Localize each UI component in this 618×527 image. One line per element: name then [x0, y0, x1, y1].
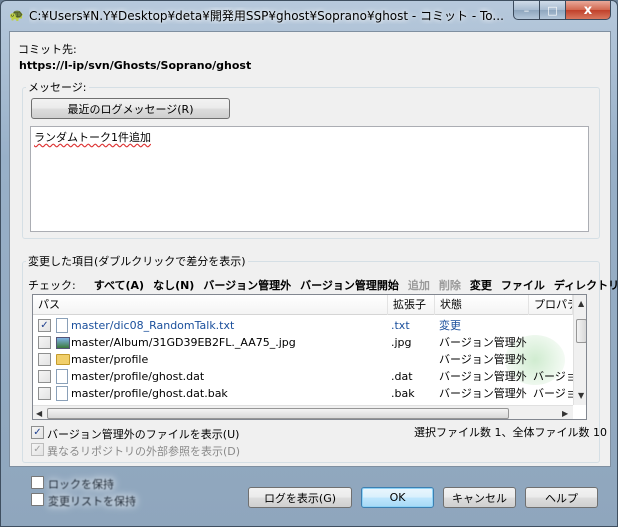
changed-files-list[interactable]: パス 拡張子 状態 プロパティ ✓ master/dic08_RandomTal… [32, 294, 587, 420]
cancel-button[interactable]: キャンセル [443, 487, 516, 508]
text-file-icon [56, 318, 68, 333]
scroll-down-icon[interactable]: ▼ [578, 391, 584, 400]
row-checkbox[interactable]: ✓ [38, 319, 51, 332]
table-row[interactable]: master/Album/31GD39EB2FL._AA75_.jpg .jpg… [33, 334, 573, 351]
row-status: バージョン管理外 [439, 387, 527, 400]
ok-button[interactable]: OK [361, 487, 434, 508]
message-group-label: メッセージ: [26, 79, 89, 95]
row-properties: バージョ [533, 370, 573, 383]
cancel-button-label: キャンセル [452, 491, 507, 505]
column-properties[interactable]: プロパティ [529, 295, 573, 315]
commit-target-url: https://l-ip/svn/Ghosts/Soprano/ghost [19, 59, 252, 72]
image-file-icon [56, 337, 70, 349]
row-status: バージョン管理外 [439, 370, 527, 383]
folder-icon [56, 354, 70, 365]
row-path: master/profile [71, 353, 149, 366]
check-label: チェック: [28, 279, 76, 292]
row-path: master/Album/31GD39EB2FL._AA75_.jpg [71, 336, 296, 349]
dialog-client-area: コミット先: https://l-ip/svn/Ghosts/Soprano/g… [9, 31, 618, 467]
row-extension: .txt [391, 319, 410, 332]
scroll-left-icon[interactable]: ◀ [36, 409, 42, 418]
message-text: ランダムトーク1件追加 [34, 131, 151, 144]
row-status: バージョン管理外 [439, 336, 527, 349]
row-status: 変更 [439, 319, 461, 332]
show-externals-checkbox: ✓ [31, 443, 44, 456]
table-row[interactable]: master/profile/ghost.dat .dat バージョン管理外 バ… [33, 368, 573, 385]
vertical-scroll-thumb[interactable] [576, 319, 586, 343]
row-checkbox[interactable] [38, 336, 51, 349]
keep-locks-checkbox[interactable] [31, 476, 44, 489]
filter-deleted-link: 削除 [438, 279, 461, 292]
close-icon: x [583, 2, 593, 18]
minimize-icon: – [523, 3, 530, 17]
file-count-summary: 選択ファイル数 1、全体ファイル数 10 [414, 426, 607, 439]
changes-group-label: 変更した項目(ダブルクリックで差分を表示) [26, 253, 248, 269]
maximize-icon: □ [547, 3, 558, 17]
message-textarea[interactable]: ランダムトーク1件追加 [30, 126, 589, 232]
show-unversioned-checkbox[interactable]: ✓ [31, 426, 44, 439]
caption-buttons: – □ x [513, 1, 611, 21]
row-extension: .dat [391, 370, 413, 383]
row-properties: バージョ [533, 387, 573, 400]
horizontal-scrollbar[interactable]: ◀ ▶ [33, 405, 573, 419]
row-checkbox[interactable] [38, 387, 51, 400]
list-header: パス 拡張子 状態 プロパティ [33, 295, 573, 315]
filter-none-link[interactable]: なし(N) [153, 277, 194, 293]
row-extension: .bak [391, 387, 415, 400]
filter-added-link: 追加 [407, 279, 430, 292]
blank-file-icon [56, 369, 68, 384]
help-button[interactable]: ヘルプ [525, 487, 598, 508]
filter-versioned-link[interactable]: バージョン管理開始 [300, 277, 399, 293]
row-checkbox[interactable] [38, 370, 51, 383]
filter-all-link[interactable]: すべて(A) [94, 277, 144, 293]
filter-unversioned-link[interactable]: バージョン管理外 [203, 277, 291, 293]
row-status: バージョン管理外 [439, 353, 527, 366]
scroll-up-icon[interactable]: ▲ [578, 299, 584, 308]
column-path[interactable]: パス [33, 295, 388, 315]
check-filter-bar: チェック: すべて(A) なし(N) バージョン管理外 バージョン管理開始 追加… [28, 277, 618, 293]
filter-files-link[interactable]: ファイル [501, 277, 545, 293]
recent-messages-button[interactable]: 最近のログメッセージ(R) [31, 98, 230, 119]
recent-messages-button-label: 最近のログメッセージ(R) [67, 102, 194, 116]
title-bar[interactable]: 🐢 C:¥Users¥N.Y¥Desktop¥deta¥開発用SSP¥ghost… [1, 1, 617, 29]
tortoise-app-icon: 🐢 [9, 8, 24, 22]
close-button[interactable]: x [566, 1, 611, 20]
blank-file-icon [56, 386, 68, 401]
table-row[interactable]: master/profile/ghost.dat.bak .bak バージョン管… [33, 385, 573, 402]
show-externals-label: 異なるリポジトリの外部参照を表示(D) [47, 445, 241, 458]
filter-directories-link[interactable]: ディレクトリ [554, 277, 618, 293]
show-log-button-label: ログを表示(G) [263, 491, 337, 505]
scroll-right-icon[interactable]: ▶ [562, 409, 568, 418]
keep-locks-label[interactable]: ロックを保持 [48, 476, 114, 492]
filter-modified-link[interactable]: 変更 [470, 277, 492, 293]
row-path: master/profile/ghost.dat.bak [71, 387, 228, 400]
ok-button-label: OK [389, 491, 406, 504]
keep-changelists-checkbox[interactable] [31, 493, 44, 506]
column-extension[interactable]: 拡張子 [388, 295, 435, 315]
row-extension: .jpg [391, 336, 412, 349]
show-log-button[interactable]: ログを表示(G) [248, 487, 352, 508]
window-title: C:¥Users¥N.Y¥Desktop¥deta¥開発用SSP¥ghost¥S… [29, 9, 504, 23]
column-status[interactable]: 状態 [435, 295, 529, 315]
table-row[interactable]: ✓ master/dic08_RandomTalk.txt .txt 変更 [33, 317, 573, 334]
keep-changelists-label[interactable]: 変更リストを保持 [48, 493, 136, 509]
help-button-label: ヘルプ [545, 491, 578, 505]
row-path: master/profile/ghost.dat [71, 370, 205, 383]
commit-dialog: 🐢 C:¥Users¥N.Y¥Desktop¥deta¥開発用SSP¥ghost… [0, 0, 618, 527]
show-unversioned-label[interactable]: バージョン管理外のファイルを表示(U) [47, 426, 239, 442]
horizontal-scroll-thumb[interactable] [47, 408, 509, 419]
minimize-button[interactable]: – [513, 1, 540, 20]
table-row[interactable]: master/profile バージョン管理外 [33, 351, 573, 368]
vertical-scrollbar[interactable]: ▲ ▼ [573, 295, 586, 405]
commit-target-label: コミット先: [18, 43, 77, 56]
row-path: master/dic08_RandomTalk.txt [71, 319, 235, 332]
maximize-button[interactable]: □ [540, 1, 566, 20]
row-checkbox[interactable] [38, 353, 51, 366]
